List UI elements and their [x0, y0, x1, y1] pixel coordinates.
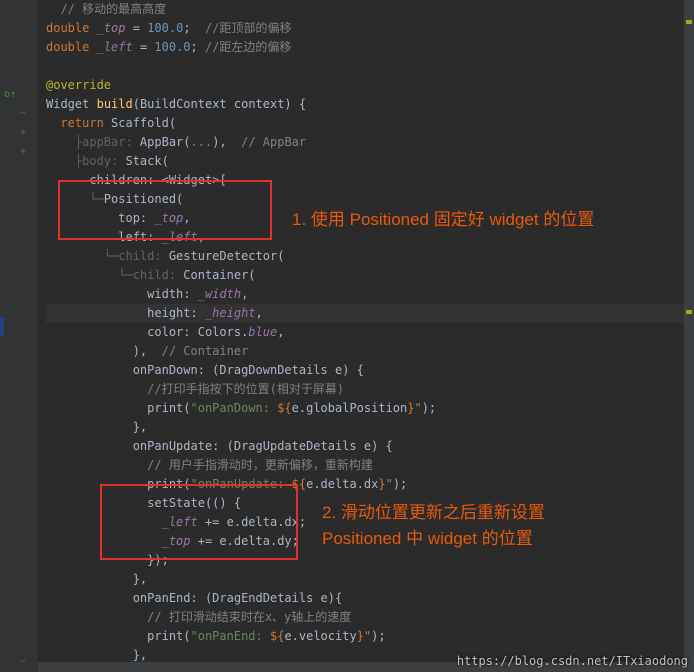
fold-plus-icon[interactable]: + — [20, 127, 26, 138]
code-line: └─child: Container( — [46, 266, 686, 285]
fold-plus-icon[interactable]: + — [20, 146, 26, 157]
code-line: }, — [46, 570, 686, 589]
code-line: // 用户手指滑动时，更新偏移，重新构建 — [46, 456, 686, 475]
code-line: children: <Widget>[ — [46, 171, 686, 190]
code-line: //打印手指按下的位置(相对于屏幕) — [46, 380, 686, 399]
code-line: @override — [46, 76, 686, 95]
code-line: color: Colors.blue, — [46, 323, 686, 342]
code-line: ), // Container — [46, 342, 686, 361]
code-line: print("onPanUpdate: ${e.delta.dx}"); — [46, 475, 686, 494]
override-icon[interactable]: o↑ — [4, 89, 16, 100]
fold-minus-icon[interactable]: − — [20, 656, 26, 667]
gutter: o↑ − + + − — [0, 0, 38, 672]
code-line: return Scaffold( — [46, 114, 686, 133]
vertical-scrollbar[interactable] — [684, 0, 694, 672]
code-line: double _top = 100.0; //距顶部的偏移 — [46, 19, 686, 38]
code-line: print("onPanDown: ${e.globalPosition}"); — [46, 399, 686, 418]
code-line: _left += e.delta.dx; — [46, 513, 686, 532]
code-content[interactable]: // 移动的最高高度 double _top = 100.0; //距顶部的偏移… — [38, 0, 694, 672]
fold-minus-icon[interactable]: − — [20, 108, 26, 119]
warning-marker[interactable] — [686, 310, 692, 314]
code-line: └─child: GestureDetector( — [46, 247, 686, 266]
code-line: Widget build(BuildContext context) { — [46, 95, 686, 114]
selection-marker — [0, 317, 4, 336]
code-editor[interactable]: o↑ − + + − // 移动的最高高度 double _top = 100.… — [0, 0, 694, 672]
code-line: onPanEnd: (DragEndDetails e){ — [46, 589, 686, 608]
code-line: left: _left, — [46, 228, 686, 247]
watermark: https://blog.csdn.net/ITxiaodong — [457, 654, 688, 668]
code-line: setState(() { — [46, 494, 686, 513]
code-line: }, — [46, 418, 686, 437]
code-line: onPanDown: (DragDownDetails e) { — [46, 361, 686, 380]
code-line: height: _height, — [46, 304, 686, 323]
code-line: ├appBar: AppBar(...), // AppBar — [46, 133, 686, 152]
code-line: width: _width, — [46, 285, 686, 304]
code-line: └─Positioned( — [46, 190, 686, 209]
code-line: top: _top, — [46, 209, 686, 228]
code-line: // 移动的最高高度 — [46, 0, 686, 19]
code-line: // 打印滑动结束时在x、y轴上的速度 — [46, 608, 686, 627]
code-line: double _left = 100.0; //距左边的偏移 — [46, 38, 686, 57]
code-line — [46, 57, 686, 76]
code-line: onPanUpdate: (DragUpdateDetails e) { — [46, 437, 686, 456]
code-line: }); — [46, 551, 686, 570]
code-line: _top += e.delta.dy; — [46, 532, 686, 551]
code-line: ├body: Stack( — [46, 152, 686, 171]
warning-marker[interactable] — [686, 20, 692, 24]
code-line: print("onPanEnd: ${e.velocity}"); — [46, 627, 686, 646]
